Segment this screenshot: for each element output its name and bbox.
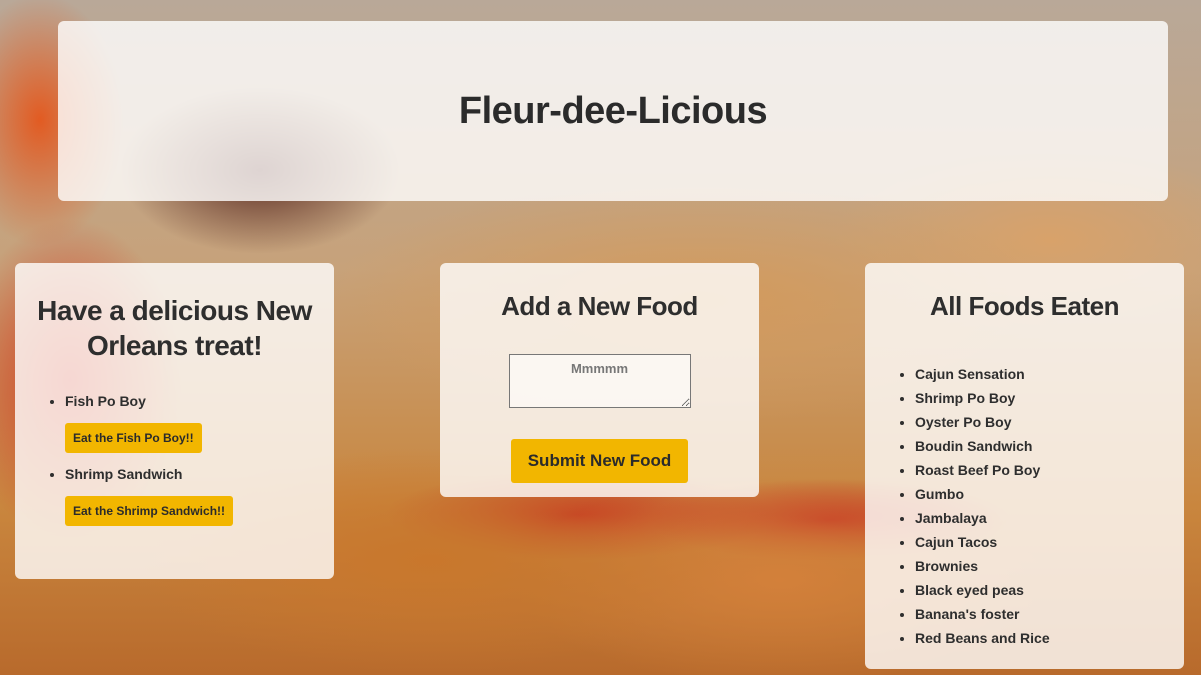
list-item: Jambalaya [915, 506, 1184, 530]
treat-item-label: Shrimp Sandwich [65, 466, 183, 482]
list-item: Banana's foster [915, 602, 1184, 626]
treat-item-label: Fish Po Boy [65, 393, 146, 409]
foods-eaten-heading: All Foods Eaten [930, 291, 1119, 321]
eat-fish-po-boy-button[interactable]: Eat the Fish Po Boy!! [65, 423, 202, 453]
treat-item-shrimp-sandwich: Shrimp Sandwich Eat the Shrimp Sandwich!… [65, 466, 316, 526]
treat-panel: Have a delicious New Orleans treat! Fish… [15, 263, 334, 579]
list-item: Boudin Sandwich [915, 434, 1184, 458]
list-item: Cajun Sensation [915, 362, 1184, 386]
submit-new-food-button[interactable]: Submit New Food [510, 439, 689, 483]
list-item: Roast Beef Po Boy [915, 458, 1184, 482]
list-item: Brownies [915, 554, 1184, 578]
foods-eaten-list: Cajun Sensation Shrimp Po Boy Oyster Po … [865, 362, 1184, 650]
treat-item-fish-po-boy: Fish Po Boy Eat the Fish Po Boy!! [65, 393, 316, 453]
page-title: Fleur-dee-Licious [458, 89, 768, 132]
foods-eaten-panel: All Foods Eaten Cajun Sensation Shrimp P… [865, 263, 1184, 669]
list-item: Gumbo [915, 482, 1184, 506]
eat-shrimp-sandwich-button[interactable]: Eat the Shrimp Sandwich!! [65, 496, 234, 526]
treat-heading: Have a delicious New Orleans treat! [37, 295, 312, 361]
list-item: Oyster Po Boy [915, 410, 1184, 434]
add-food-panel: Add a New Food Submit New Food [440, 263, 759, 497]
list-item: Cajun Tacos [915, 530, 1184, 554]
new-food-input[interactable] [508, 354, 691, 408]
list-item: Red Beans and Rice [915, 626, 1184, 650]
list-item: Black eyed peas [915, 578, 1184, 602]
list-item: Shrimp Po Boy [915, 386, 1184, 410]
header-panel: Fleur-dee-Licious [58, 21, 1168, 201]
add-food-heading: Add a New Food [501, 291, 698, 321]
treat-list: Fish Po Boy Eat the Fish Po Boy!! Shrimp… [33, 393, 316, 526]
